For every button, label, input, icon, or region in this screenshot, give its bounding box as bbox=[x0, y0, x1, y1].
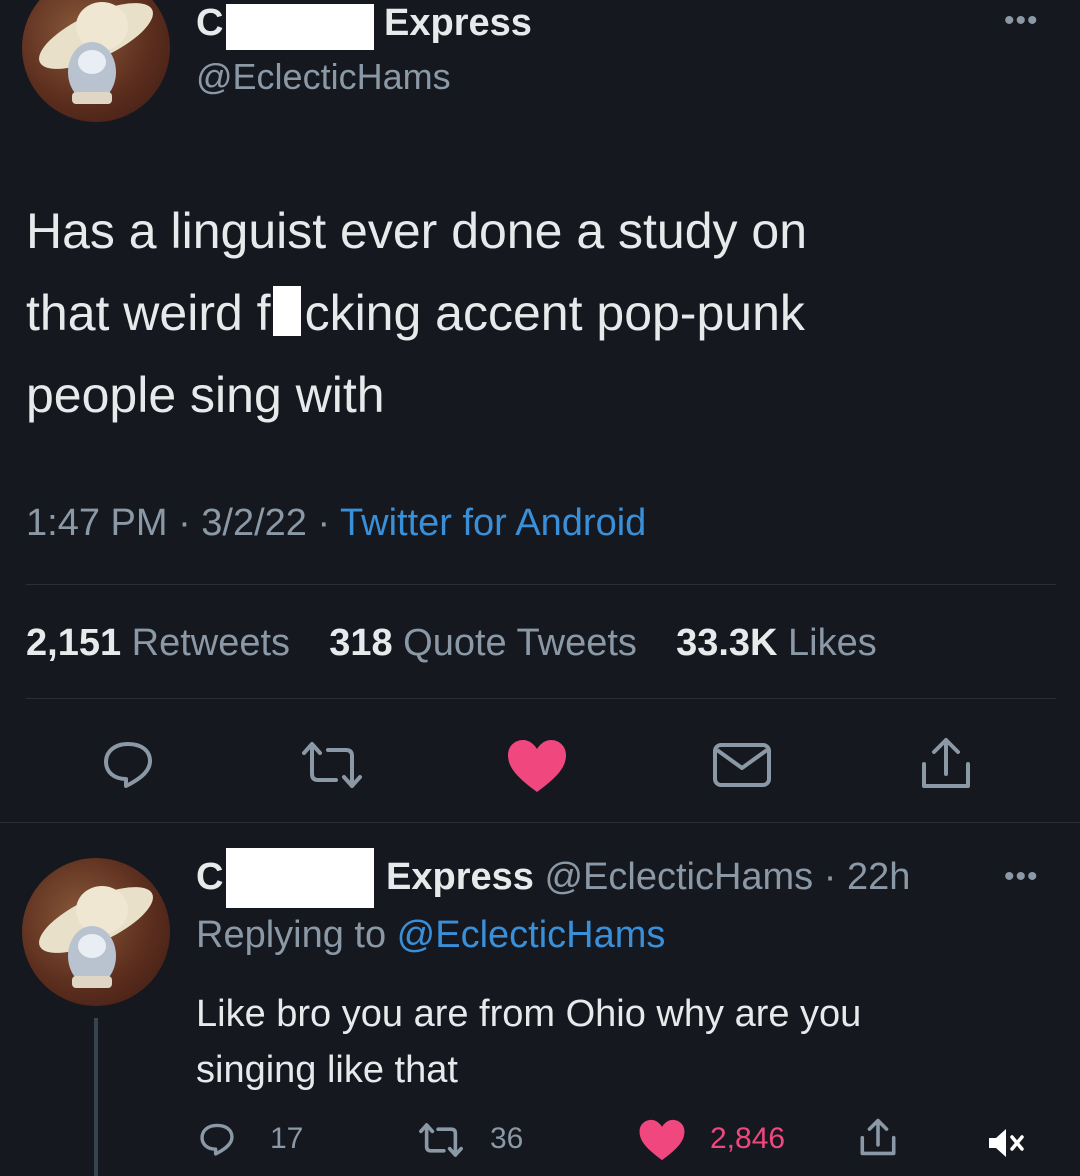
more-options-icon[interactable]: ••• bbox=[1004, 4, 1039, 38]
avatar-character-icon bbox=[39, 2, 153, 104]
reply-name-redaction bbox=[226, 848, 374, 908]
retweets-count: 2,151 bbox=[26, 622, 122, 664]
quotes-count: 318 bbox=[329, 622, 393, 664]
tweet-text-line-2: that weird f cking accent pop-punk bbox=[26, 272, 807, 354]
tweet-source-link[interactable]: Twitter for Android bbox=[340, 502, 646, 544]
share-icon[interactable] bbox=[918, 734, 974, 792]
replying-to: Replying to @EclecticHams bbox=[196, 914, 665, 957]
reply-header: Express @EclecticHams · 22h bbox=[386, 856, 910, 899]
author-name-last: Express bbox=[384, 2, 532, 44]
mute-icon[interactable] bbox=[986, 1126, 1026, 1160]
reply-text: Like bro you are from Ohio why are you s… bbox=[196, 986, 861, 1098]
reply-avatar[interactable] bbox=[22, 858, 170, 1006]
divider bbox=[26, 584, 1056, 585]
quotes-label: Quote Tweets bbox=[403, 622, 637, 664]
tweet-stats: 2,151 Retweets 318 Quote Tweets 33.3K Li… bbox=[26, 622, 877, 665]
mail-icon[interactable] bbox=[712, 742, 772, 788]
author-name-first: C bbox=[196, 2, 224, 44]
reply-icon[interactable] bbox=[100, 736, 156, 792]
tweet-text-line-2b: cking accent pop-punk bbox=[304, 285, 805, 341]
reply-handle-time[interactable]: @EclecticHams · 22h bbox=[544, 856, 910, 898]
censor-block bbox=[272, 286, 301, 336]
tweet-text-line-2a: that weird f bbox=[26, 285, 271, 341]
heart-icon[interactable] bbox=[506, 738, 568, 794]
replying-to-handle[interactable]: @EclecticHams bbox=[397, 914, 666, 956]
avatar-character-icon bbox=[39, 886, 153, 988]
reply-author-name-last: Express bbox=[386, 856, 534, 898]
name-redaction bbox=[226, 4, 374, 50]
reply-heart-icon[interactable] bbox=[638, 1118, 686, 1162]
main-avatar[interactable] bbox=[22, 0, 170, 122]
tweet-meta: 1:47 PM · 3/2/22 · Twitter for Android bbox=[26, 502, 646, 545]
likes-stat[interactable]: 33.3K Likes bbox=[676, 622, 877, 664]
replying-to-label: Replying to bbox=[196, 914, 397, 956]
reply-author-name-first: C bbox=[196, 856, 224, 898]
retweet-icon[interactable] bbox=[300, 740, 364, 790]
reply-reply-icon[interactable] bbox=[198, 1120, 236, 1158]
reply-author-name[interactable]: C bbox=[196, 856, 223, 902]
tweet-text-line-3: people sing with bbox=[26, 367, 385, 423]
thread-line bbox=[94, 1018, 98, 1176]
main-author-name[interactable]: C bbox=[196, 2, 223, 48]
tweet-text-line-1: Has a linguist ever done a study on bbox=[26, 203, 808, 259]
reply-retweets-count: 36 bbox=[490, 1122, 524, 1155]
reply-text-line-1: Like bro you are from Ohio why are you bbox=[196, 993, 862, 1035]
reply-share-icon[interactable] bbox=[858, 1116, 898, 1158]
tweet-text: Has a linguist ever done a study on that… bbox=[26, 190, 807, 436]
likes-label: Likes bbox=[788, 622, 877, 664]
divider bbox=[0, 822, 1080, 823]
reply-text-line-2: singing like that bbox=[196, 1049, 458, 1091]
tweet-timestamp[interactable]: 1:47 PM · 3/2/22 · bbox=[26, 502, 340, 544]
main-author-handle[interactable]: @EclecticHams bbox=[196, 56, 451, 98]
quotes-stat[interactable]: 318 Quote Tweets bbox=[329, 622, 637, 664]
retweets-stat[interactable]: 2,151 Retweets bbox=[26, 622, 290, 664]
divider bbox=[26, 698, 1056, 699]
reply-replies-count: 17 bbox=[270, 1122, 304, 1155]
reply-more-options-icon[interactable]: ••• bbox=[1004, 860, 1039, 894]
retweets-label: Retweets bbox=[131, 622, 291, 664]
reply-likes-count: 2,846 bbox=[710, 1122, 786, 1155]
likes-count: 33.3K bbox=[676, 622, 778, 664]
reply-retweet-icon[interactable] bbox=[418, 1122, 464, 1158]
